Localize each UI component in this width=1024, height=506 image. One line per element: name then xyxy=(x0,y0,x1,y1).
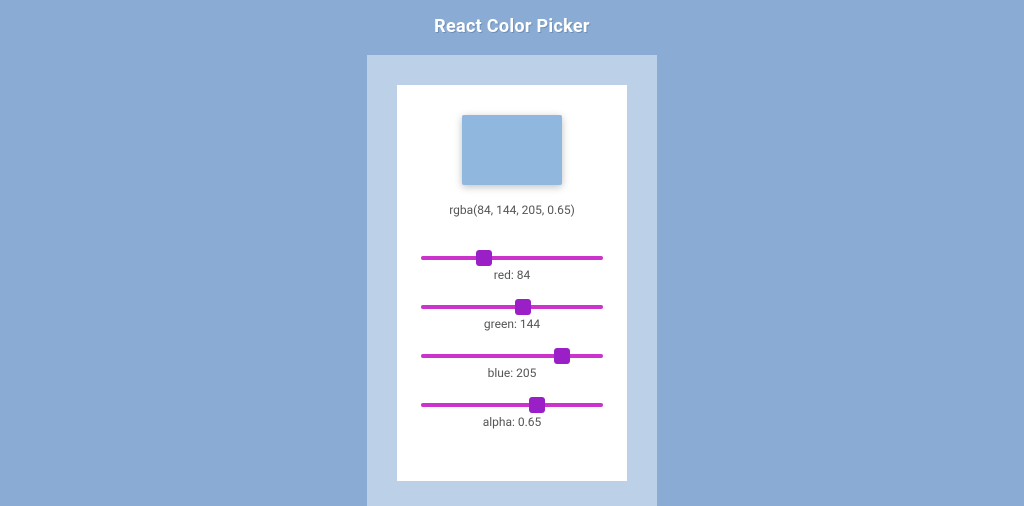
alpha-slider-block: alpha: 0.65 xyxy=(421,392,603,429)
green-slider[interactable] xyxy=(421,305,603,309)
alpha-slider[interactable] xyxy=(421,403,603,407)
blue-slider-block: blue: 205 xyxy=(421,343,603,380)
blue-slider[interactable] xyxy=(421,354,603,358)
picker-card: rgba(84, 144, 205, 0.65) red: 84 green: … xyxy=(397,85,627,481)
green-slider-label: green: 144 xyxy=(421,317,603,331)
red-slider[interactable] xyxy=(421,256,603,260)
blue-slider-label: blue: 205 xyxy=(421,366,603,380)
page-title: React Color Picker xyxy=(0,0,1024,55)
red-slider-block: red: 84 xyxy=(421,245,603,282)
alpha-slider-label: alpha: 0.65 xyxy=(421,415,603,429)
rgba-readout: rgba(84, 144, 205, 0.65) xyxy=(449,203,575,217)
color-swatch xyxy=(462,115,562,185)
picker-outer: rgba(84, 144, 205, 0.65) red: 84 green: … xyxy=(367,55,657,506)
green-slider-block: green: 144 xyxy=(421,294,603,331)
red-slider-label: red: 84 xyxy=(421,268,603,282)
